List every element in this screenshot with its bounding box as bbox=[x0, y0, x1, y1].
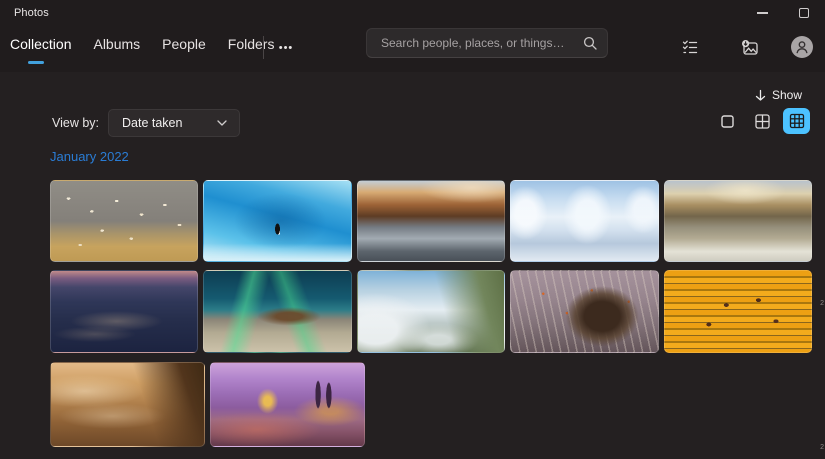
photo-desert-fortress-storm[interactable] bbox=[50, 362, 205, 447]
photo-penguin-ice-cave[interactable] bbox=[203, 180, 352, 262]
maximize-icon bbox=[799, 8, 809, 18]
photo-row bbox=[50, 180, 812, 262]
medium-view-icon bbox=[755, 113, 770, 129]
large-view-icon bbox=[721, 114, 734, 128]
tab-folders[interactable]: Folders bbox=[228, 36, 275, 52]
photo-birds-on-shore[interactable] bbox=[50, 180, 199, 262]
top-navigation: Collection Albums People Folders bbox=[10, 36, 274, 52]
minimize-icon bbox=[756, 12, 768, 14]
show-arrow-icon bbox=[755, 89, 766, 102]
search-box[interactable] bbox=[366, 28, 608, 58]
photo-row bbox=[50, 270, 812, 353]
small-view-icon bbox=[789, 113, 805, 129]
view-medium-button[interactable] bbox=[749, 108, 776, 134]
photo-glacier-valley-sunset[interactable] bbox=[356, 180, 506, 262]
photo-winding-mountain-road[interactable] bbox=[50, 270, 199, 353]
photo-frosty-river-trees[interactable] bbox=[510, 180, 659, 262]
photo-purple-winter-city[interactable] bbox=[210, 362, 365, 447]
more-tabs-button[interactable]: ••• bbox=[272, 36, 300, 59]
show-button[interactable]: Show bbox=[755, 86, 802, 104]
active-tab-indicator bbox=[28, 61, 44, 64]
maximize-button[interactable] bbox=[784, 0, 824, 26]
person-icon bbox=[796, 41, 808, 54]
view-by-label: View by: bbox=[52, 116, 100, 130]
avatar bbox=[791, 36, 813, 58]
search-input[interactable] bbox=[381, 36, 577, 50]
photo-aurora-shipwreck[interactable] bbox=[203, 270, 352, 353]
multiselect-button[interactable] bbox=[674, 31, 706, 63]
photo-misty-karst-peak[interactable] bbox=[356, 270, 506, 353]
view-small-button[interactable] bbox=[783, 108, 810, 134]
tab-collection[interactable]: Collection bbox=[10, 36, 71, 52]
search-icon[interactable] bbox=[583, 36, 597, 50]
photo-grid bbox=[50, 180, 812, 455]
photo-row bbox=[50, 362, 812, 447]
chevron-down-icon bbox=[217, 120, 227, 126]
import-icon bbox=[740, 38, 759, 57]
photo-porcupine-in-branches[interactable] bbox=[510, 270, 659, 353]
view-large-button[interactable] bbox=[714, 108, 741, 134]
scrollbar-year-hint: 2 bbox=[820, 444, 824, 451]
scrollbar-year-hint: 2 bbox=[820, 300, 824, 307]
nav-divider bbox=[263, 36, 264, 59]
app-title: Photos bbox=[14, 7, 49, 19]
minimize-button[interactable] bbox=[742, 0, 782, 26]
account-button[interactable] bbox=[786, 31, 818, 63]
view-by-dropdown[interactable]: Date taken bbox=[108, 109, 240, 137]
multiselect-icon bbox=[681, 38, 699, 56]
tab-people[interactable]: People bbox=[162, 36, 206, 52]
section-header-january-2022[interactable]: January 2022 bbox=[50, 149, 129, 164]
view-by-selected-value: Date taken bbox=[122, 116, 183, 130]
show-label: Show bbox=[772, 88, 803, 102]
tab-albums[interactable]: Albums bbox=[93, 36, 140, 52]
import-button[interactable] bbox=[733, 31, 765, 63]
photo-golden-rice-terraces[interactable] bbox=[663, 270, 812, 353]
photo-winter-lake-village[interactable] bbox=[663, 180, 812, 262]
